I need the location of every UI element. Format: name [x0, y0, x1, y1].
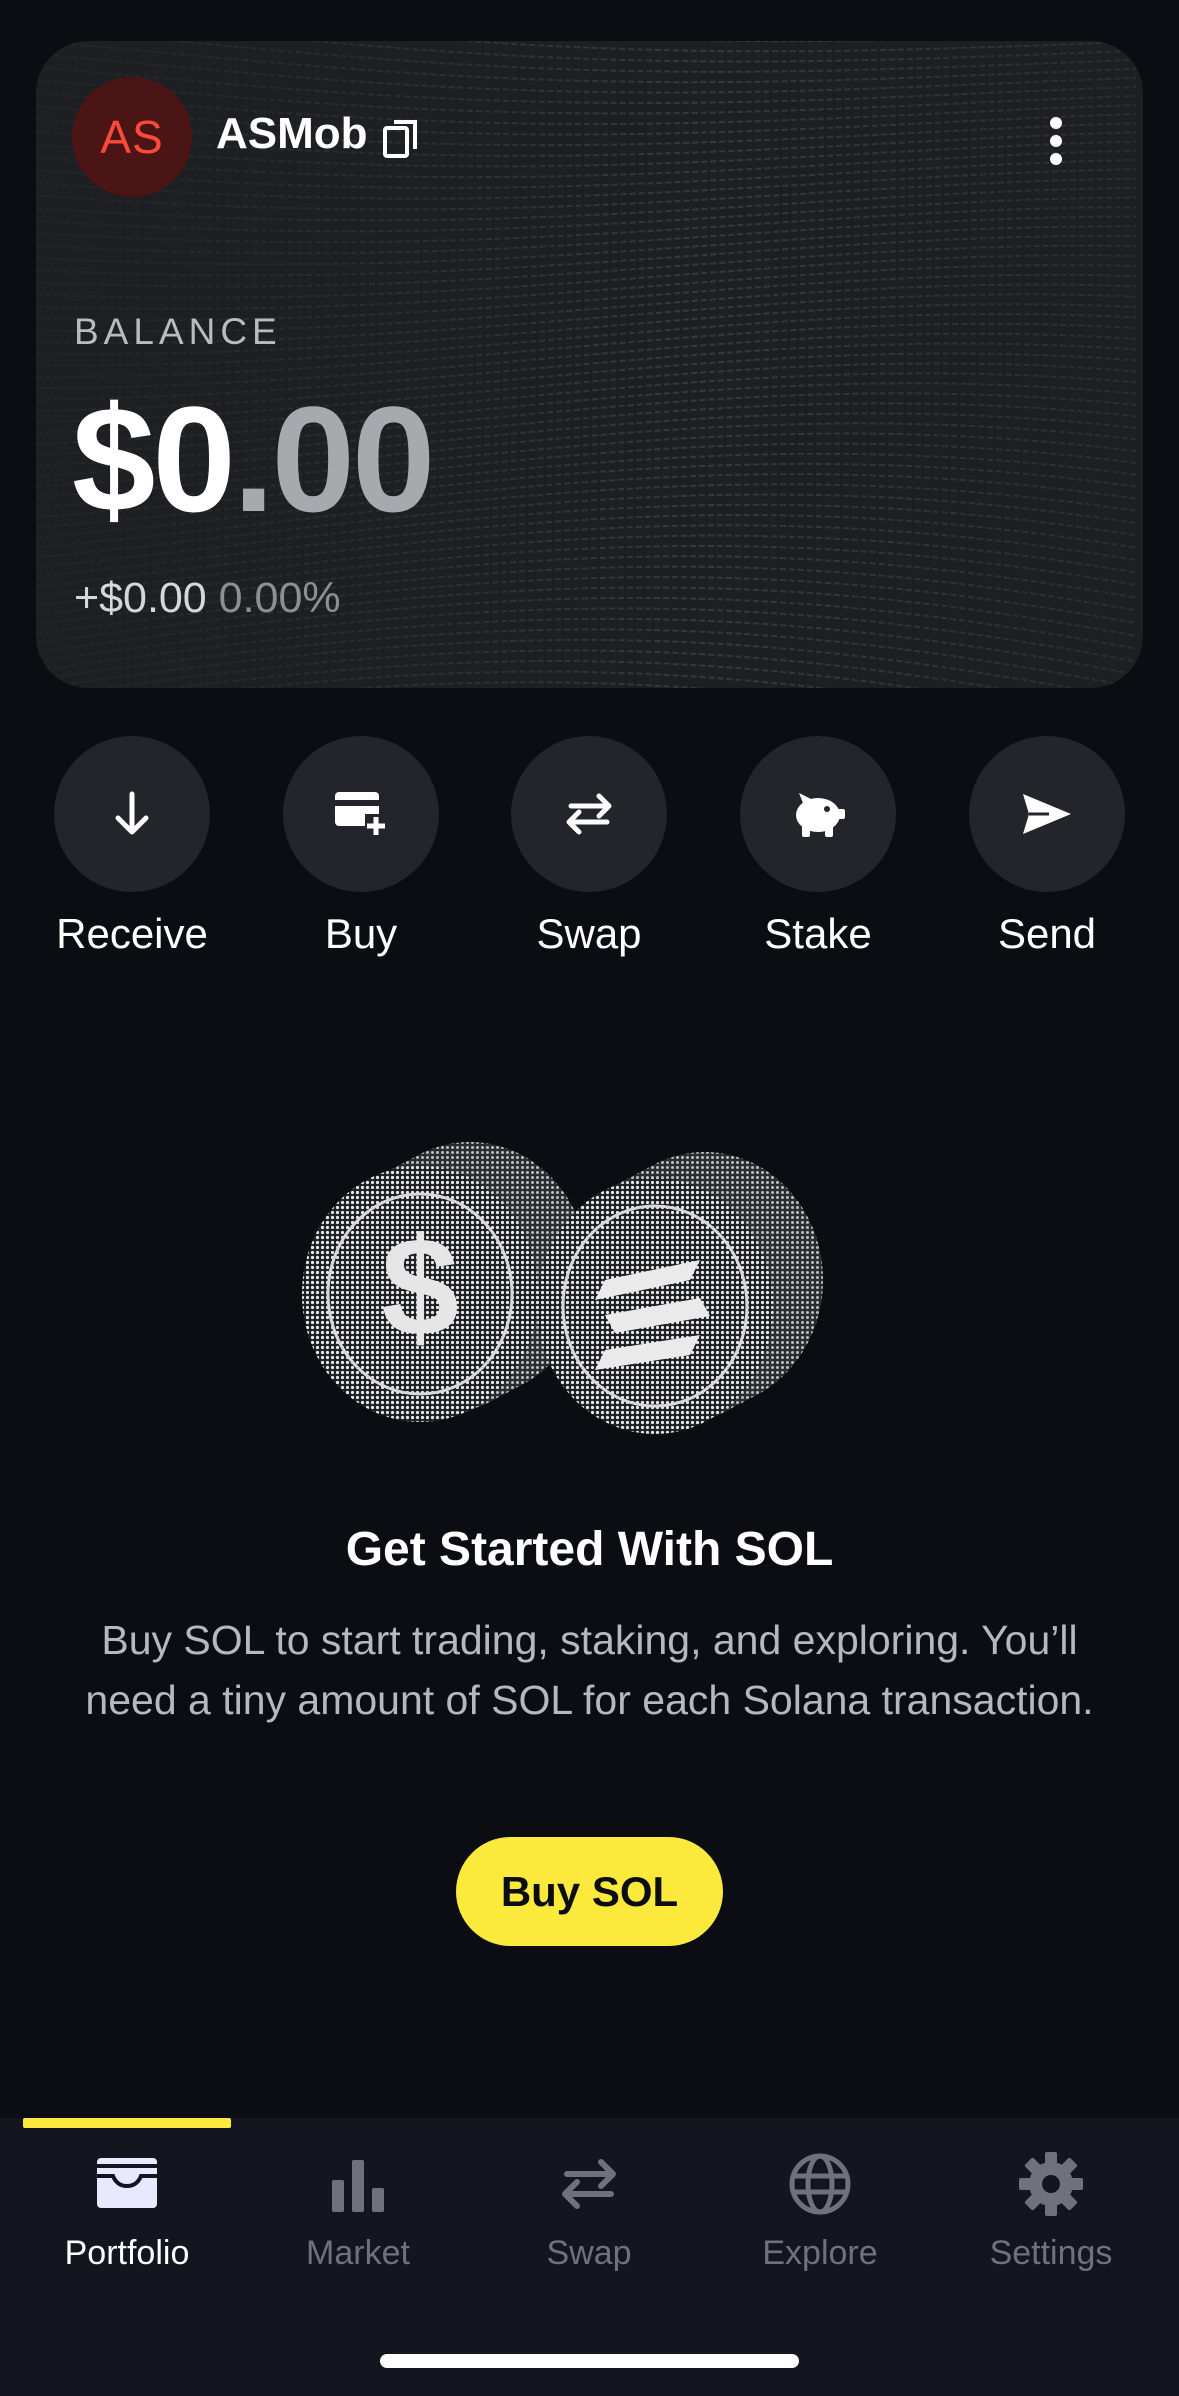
copy-icon[interactable] [383, 119, 419, 159]
avatar-initials: AS [100, 111, 164, 163]
send-button[interactable]: Send [967, 736, 1127, 958]
action-label-buy: Buy [324, 910, 398, 957]
nav-item-market[interactable]: Market [248, 2148, 468, 2273]
swap-arrows-icon [566, 793, 612, 835]
card-plus-icon [335, 792, 387, 836]
avatar[interactable]: AS [72, 77, 192, 197]
action-label-send: Send [997, 910, 1097, 957]
action-label-stake: Stake [764, 910, 872, 957]
wallet-icon [97, 2158, 157, 2208]
gear-icon [1019, 2152, 1083, 2216]
nav-label-settings: Settings [989, 2234, 1113, 2272]
globe-icon [789, 2153, 851, 2215]
svg-text:$: $ [381, 1208, 459, 1365]
balance-change: +$0.00 0.00% [74, 574, 341, 623]
nav-item-portfolio[interactable]: Portfolio [17, 2148, 237, 2273]
nav-label-portfolio: Portfolio [64, 2234, 190, 2272]
balance-card: AS ASMob BALANCE $0.00 +$0.00 0.00% [36, 41, 1143, 688]
nav-item-settings[interactable]: Settings [941, 2148, 1161, 2273]
action-label-receive: Receive [56, 910, 208, 957]
balance-change-percent: 0.00% [218, 574, 341, 622]
action-label-swap: Swap [536, 910, 642, 957]
arrow-down-icon [115, 791, 149, 835]
nav-item-swap[interactable]: Swap [479, 2148, 699, 2273]
swap-button[interactable]: Swap [509, 736, 669, 958]
nav-item-explore[interactable]: Explore [710, 2148, 930, 2273]
bar-chart-icon [332, 2160, 384, 2212]
balance-label: BALANCE [74, 311, 282, 352]
buy-sol-button[interactable]: Buy SOL [456, 1837, 723, 1946]
nav-active-indicator [23, 2118, 231, 2128]
portfolio-screen: AS ASMob BALANCE $0.00 +$0.00 0.00% Rece… [0, 0, 1179, 2396]
stake-button[interactable]: Stake [738, 736, 898, 958]
send-icon [1023, 794, 1071, 834]
get-started-title: Get Started With SOL [345, 1523, 834, 1576]
balance-change-amount: +$0.00 [74, 574, 207, 622]
balance-amount: $0.00 [72, 384, 435, 534]
buy-button[interactable]: Buy [281, 736, 441, 958]
receive-button[interactable]: Receive [52, 736, 212, 958]
account-name[interactable]: ASMob [216, 109, 368, 159]
home-indicator[interactable] [380, 2354, 799, 2368]
nav-label-market: Market [306, 2234, 410, 2272]
coins-illustration: $ [302, 1142, 823, 1434]
piggy-bank-icon [796, 793, 845, 837]
balance-whole: $0 [72, 375, 236, 543]
more-vertical-icon[interactable] [1036, 113, 1076, 169]
balance-cents: .00 [232, 375, 436, 543]
swap-arrows-icon [562, 2159, 616, 2209]
nav-label-swap: Swap [546, 2234, 632, 2272]
nav-label-explore: Explore [762, 2234, 878, 2272]
get-started-description: Buy SOL to start trading, staking, and e… [85, 1617, 1094, 1723]
